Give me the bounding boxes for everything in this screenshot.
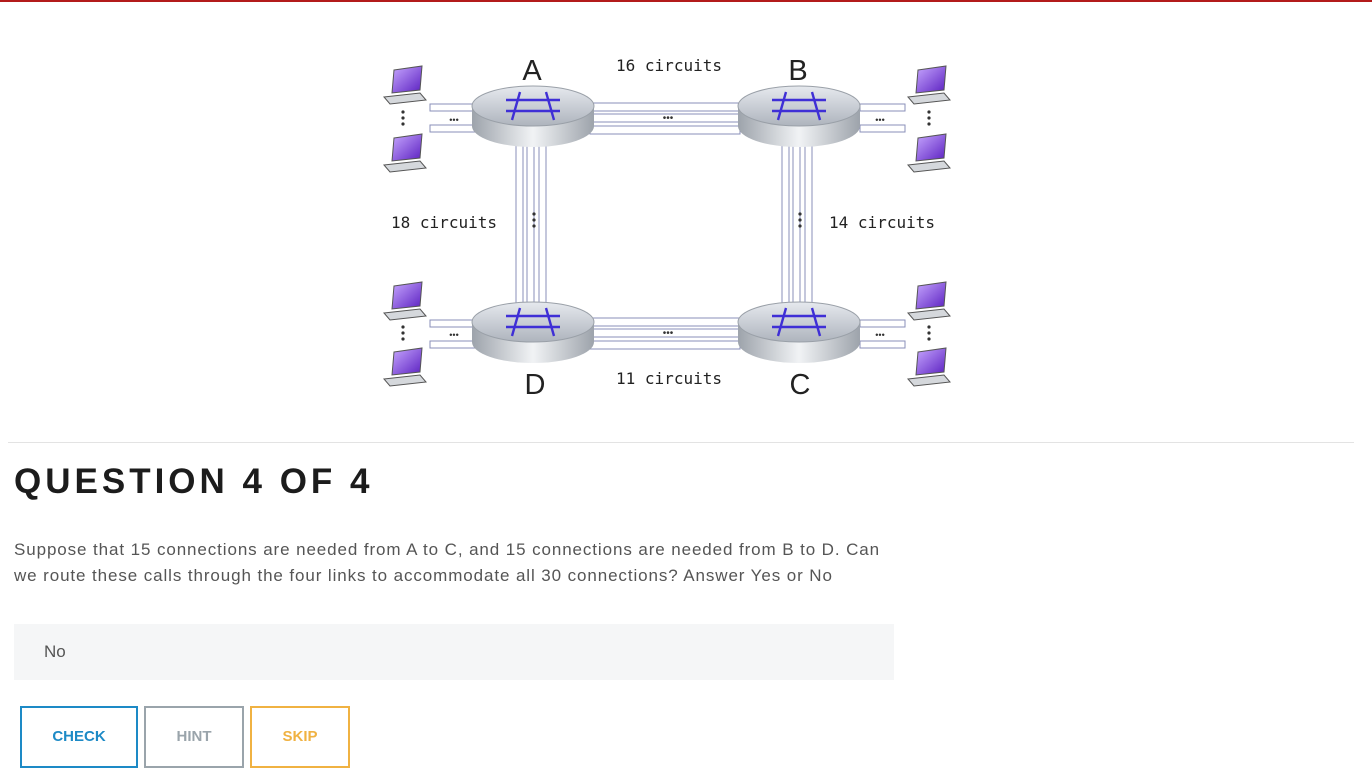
question-title: QUESTION 4 OF 4 [14, 462, 374, 501]
link-ab: ••• [589, 102, 741, 135]
computer-icon [907, 133, 951, 173]
computer-icon [383, 133, 427, 173]
node-label-c: C [790, 369, 811, 401]
computer-icon [383, 65, 427, 105]
answer-value: No [44, 642, 66, 661]
switch-c [737, 301, 861, 363]
question-text: Suppose that 15 connections are needed f… [14, 540, 880, 585]
svg-text:•••: ••• [875, 115, 884, 125]
svg-text:•••: ••• [663, 113, 674, 124]
link-ad [515, 144, 547, 311]
computer-icon [907, 65, 951, 105]
link-dc: ••• [589, 317, 741, 350]
link-bc [781, 144, 813, 311]
hint-button[interactable]: HINT [144, 706, 244, 768]
svg-text:•••: ••• [449, 115, 458, 125]
svg-text:•••: ••• [663, 328, 674, 339]
switch-b [737, 85, 861, 147]
section-divider [8, 442, 1354, 443]
top-accent-rule [0, 0, 1372, 2]
link-label-bc: 14 circuits [829, 213, 935, 232]
svg-text:•••: ••• [875, 330, 884, 340]
answer-input[interactable]: No [14, 624, 894, 680]
check-button[interactable]: CHECK [20, 706, 138, 768]
switch-d [471, 301, 595, 363]
skip-button[interactable]: SKIP [250, 706, 350, 768]
computer-icon [907, 281, 951, 321]
computer-icon [383, 347, 427, 387]
node-label-a: A [522, 55, 542, 87]
switch-a [471, 85, 595, 147]
node-label-b: B [788, 55, 807, 87]
circuit-network-diagram: ••• ••• ••• ••• ••• ••• A B D C 16 circu… [383, 55, 951, 401]
link-label-ab: 16 circuits [616, 56, 722, 75]
svg-text:•••: ••• [449, 330, 458, 340]
node-label-d: D [525, 369, 546, 401]
link-label-ad: 18 circuits [391, 213, 497, 232]
computer-icon [907, 347, 951, 387]
link-label-dc: 11 circuits [616, 369, 722, 388]
computer-icon [383, 281, 427, 321]
